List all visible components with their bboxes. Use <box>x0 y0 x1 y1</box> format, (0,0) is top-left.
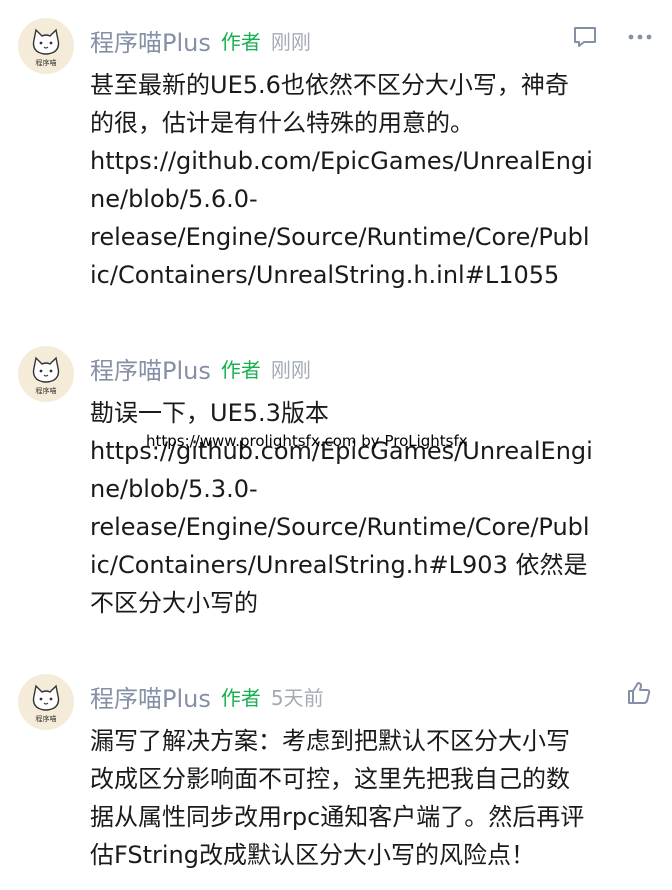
comment-line: 不区分大小写的 <box>90 589 258 617</box>
author-badge: 作者 <box>220 357 261 382</box>
comment-time: 刚刚 <box>270 357 311 382</box>
comment-line: 漏写了解决方案：考虑到把默认不区分大小写 <box>90 727 570 755</box>
avatar[interactable]: 程序喵 <box>18 346 74 402</box>
avatar-caption: 程序喵 <box>36 58 57 67</box>
comment-text: 勘误一下，UE5.3版本 https://github.com/EpicGame… <box>90 394 650 622</box>
comment-link-line[interactable]: release/Engine/Source/Runtime/Core/Publ <box>90 218 650 256</box>
watermark-text: https://www.prolightsfx.com by ProLights… <box>146 432 468 450</box>
author-name[interactable]: 程序喵Plus <box>90 351 211 386</box>
comment-link-line[interactable]: release/Engine/Source/Runtime/Core/Publ <box>90 508 650 546</box>
author-badge: 作者 <box>220 29 261 54</box>
comment-time: 5天前 <box>270 685 324 710</box>
comment-link-line[interactable]: ic/Containers/UnrealString.h#L903 依然是 <box>90 546 650 584</box>
comment-text: 漏写了解决方案：考虑到把默认不区分大小写 改成区分影响面不可控，这里先把我自己的… <box>90 722 650 874</box>
comment-line: 据从属性同步改用rpc通知客户端了。然后再评 <box>90 803 585 831</box>
author-badge: 作者 <box>220 685 261 710</box>
comment-line: 改成区分影响面不可控，这里先把我自己的数 <box>90 765 570 793</box>
comment-time: 刚刚 <box>270 29 311 54</box>
comment-line: 甚至最新的UE5.6也依然不区分大小写，神奇 <box>90 71 569 99</box>
more-icon[interactable] <box>628 33 652 41</box>
comment-icon[interactable] <box>572 24 598 50</box>
comment-link-line[interactable]: ne/blob/5.6.0- <box>90 180 650 218</box>
comment-line: 估FString改成默认区分大小写的风险点！ <box>90 841 536 869</box>
cat-avatar-icon: 程序喵 <box>32 28 60 67</box>
author-name[interactable]: 程序喵Plus <box>90 679 211 714</box>
avatar[interactable]: 程序喵 <box>18 674 74 730</box>
comment-link-line[interactable]: ne/blob/5.3.0- <box>90 470 650 508</box>
cat-avatar-icon: 程序喵 <box>32 684 60 723</box>
comment-link-line[interactable]: https://github.com/EpicGames/UnrealEngi <box>90 142 650 180</box>
author-name[interactable]: 程序喵Plus <box>90 23 211 58</box>
comment-text: 甚至最新的UE5.6也依然不区分大小写，神奇 的很，估计是有什么特殊的用意的。 … <box>90 66 650 294</box>
comment-line: 勘误一下，UE5.3版本 <box>90 399 329 427</box>
comment-header: 程序喵Plus 作者 5天前 <box>90 676 324 716</box>
comment-actions <box>596 680 652 706</box>
comment-header: 程序喵Plus 作者 刚刚 <box>90 348 311 388</box>
cat-avatar-icon: 程序喵 <box>32 356 60 395</box>
avatar-caption: 程序喵 <box>36 386 57 395</box>
like-icon[interactable] <box>626 680 652 706</box>
comment-line: 的很，估计是有什么特殊的用意的。 <box>90 109 474 137</box>
avatar[interactable]: 程序喵 <box>18 18 74 74</box>
avatar-caption: 程序喵 <box>36 714 57 723</box>
comment-header: 程序喵Plus 作者 刚刚 <box>90 20 311 60</box>
comment-link-line[interactable]: ic/Containers/UnrealString.h.inl#L1055 <box>90 256 650 294</box>
comment-actions <box>542 24 652 50</box>
